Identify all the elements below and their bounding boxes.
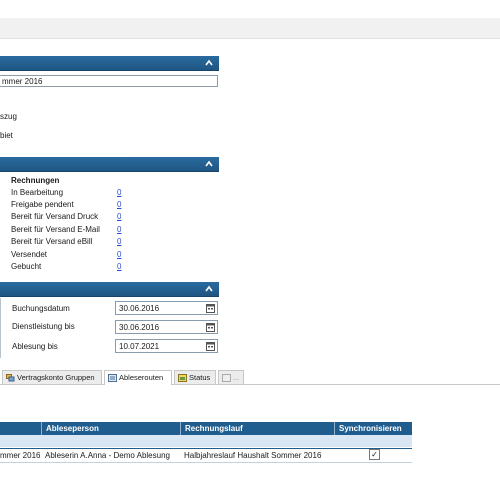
group-icon	[6, 374, 15, 382]
tab-status[interactable]: Status	[174, 370, 216, 384]
row-divider	[0, 462, 412, 463]
status-icon	[178, 374, 187, 382]
tab-reading-routes[interactable]: Ableserouten	[104, 370, 172, 385]
section-border	[0, 298, 3, 358]
route-icon	[108, 374, 117, 382]
reading-until-value: 10.07.2021	[119, 342, 160, 351]
cell-run: Halbjahreslauf Haushalt Sommer 2016	[184, 451, 322, 460]
table-filter-row	[0, 435, 412, 447]
cell-person: Ableserin A.Anna - Demo Ablesung	[45, 451, 170, 460]
top-toolbar	[0, 18, 500, 39]
reading-until-label: Ablesung bis	[12, 342, 58, 351]
calendar-icon[interactable]	[206, 303, 215, 313]
invoice-status-label: Freigabe pendent	[11, 200, 74, 209]
invoice-status-label: In Bearbeitung	[11, 188, 64, 197]
table-header-first	[0, 422, 41, 435]
more-icon	[222, 374, 231, 382]
invoice-status-label: Versendet	[11, 250, 48, 259]
calendar-icon[interactable]	[206, 322, 215, 332]
tab-contract-groups[interactable]: Vertragskonto Gruppen	[2, 370, 102, 384]
calendar-icon[interactable]	[206, 341, 215, 351]
invoice-count-link[interactable]: 0	[117, 237, 121, 246]
invoice-status-label: Bereit für Versand E-Mail	[11, 225, 100, 234]
cell-first: mmer 2016	[0, 451, 41, 460]
column-header-run[interactable]: Rechnungslauf	[180, 422, 334, 435]
invoices-heading: Rechnungen	[11, 176, 60, 185]
section-header-dates	[0, 282, 219, 297]
invoice-count-link[interactable]: 0	[117, 225, 121, 234]
collapse-icon[interactable]	[205, 160, 213, 168]
service-until-field[interactable]: 30.06.2016	[115, 320, 218, 334]
column-header-person[interactable]: Ableseperson	[41, 422, 180, 435]
tab-label: Ableserouten	[119, 373, 164, 382]
booking-date-field[interactable]: 30.06.2016	[115, 301, 218, 315]
booking-date-label: Buchungsdatum	[12, 304, 70, 313]
service-until-value: 30.06.2016	[119, 323, 160, 332]
invoice-status-label: Bereit für Versand Druck	[11, 212, 99, 221]
collapse-icon[interactable]	[205, 59, 213, 67]
collapse-icon[interactable]	[205, 285, 213, 293]
tab-label: Vertragskonto Gruppen	[17, 373, 95, 382]
title-field[interactable]: mmer 2016	[0, 75, 218, 87]
invoice-count-link[interactable]: 0	[117, 188, 121, 197]
tab-more[interactable]: ...	[218, 370, 244, 384]
sync-checkbox[interactable]: ✓	[369, 449, 380, 460]
section-header-invoices	[0, 157, 219, 172]
info-line-2: biet	[0, 131, 13, 140]
invoice-status-label: Bereit für Versand eBill	[11, 237, 93, 246]
invoice-count-link[interactable]: 0	[117, 212, 121, 221]
invoice-count-link[interactable]: 0	[117, 262, 121, 271]
title-field-value: mmer 2016	[2, 77, 43, 86]
tab-label: ...	[233, 373, 240, 382]
booking-date-value: 30.06.2016	[119, 304, 160, 313]
info-line-1: szug	[0, 112, 17, 121]
tab-label: Status	[189, 373, 211, 382]
table-row[interactable]: mmer 2016 Ableserin A.Anna - Demo Ablesu…	[0, 449, 412, 462]
invoice-count-link[interactable]: 0	[117, 200, 121, 209]
section-header-general	[0, 56, 219, 71]
invoice-status-label: Gebucht	[11, 262, 42, 271]
service-until-label: Dienstleistung bis	[12, 322, 75, 331]
invoice-count-link[interactable]: 0	[117, 250, 121, 259]
reading-until-field[interactable]: 10.07.2021	[115, 339, 218, 353]
column-header-sync[interactable]: Synchronisieren	[334, 422, 412, 435]
